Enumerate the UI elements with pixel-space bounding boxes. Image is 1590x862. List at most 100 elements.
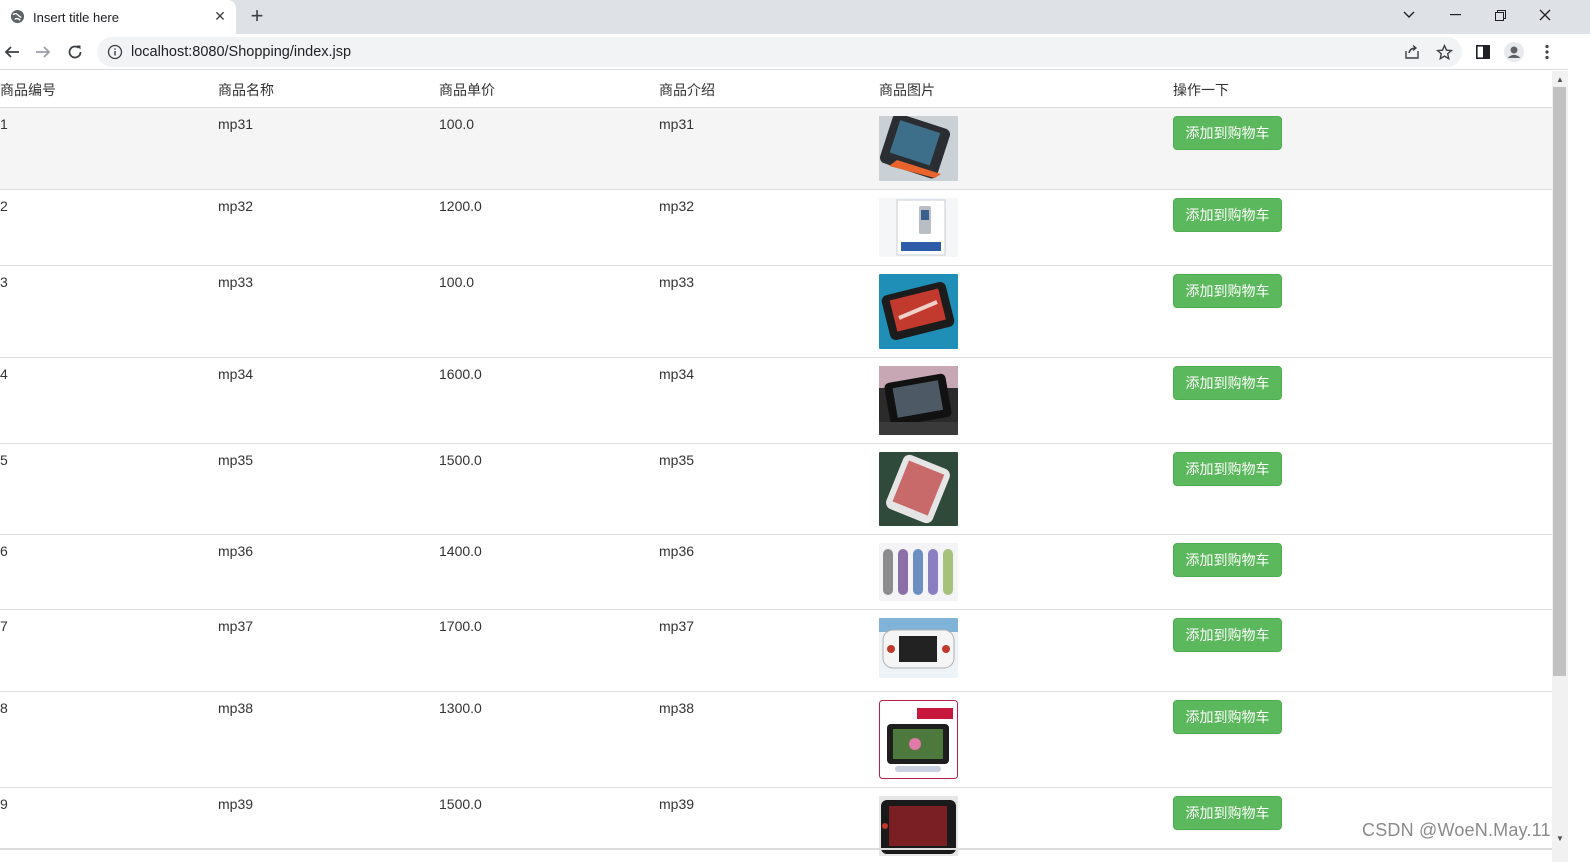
cell-image bbox=[879, 690, 1173, 787]
cell-operation: 添加到购物车 bbox=[1173, 442, 1552, 534]
tab-title: Insert title here bbox=[33, 10, 119, 25]
add-to-cart-button[interactable]: 添加到购物车 bbox=[1173, 699, 1282, 734]
reload-icon[interactable] bbox=[63, 40, 87, 64]
table-row: 1 mp31 100.0 mp31 添加到购物车 bbox=[0, 106, 1552, 189]
cell-name: mp35 bbox=[218, 442, 439, 534]
cell-name: mp38 bbox=[218, 690, 439, 787]
scroll-down-arrow-icon[interactable]: ▼ bbox=[1555, 834, 1565, 844]
product-table: 商品编号 商品名称 商品单价 商品介绍 商品图片 操作一下 1 mp31 100… bbox=[0, 71, 1552, 862]
add-to-cart-button[interactable]: 添加到购物车 bbox=[1173, 542, 1282, 577]
back-arrow-icon[interactable] bbox=[0, 40, 24, 64]
product-image-mp31 bbox=[879, 115, 958, 181]
cell-desc: mp36 bbox=[659, 533, 879, 609]
add-to-cart-button[interactable]: 添加到购物车 bbox=[1173, 273, 1282, 308]
product-image-mp37 bbox=[879, 617, 958, 678]
restore-button[interactable] bbox=[1477, 0, 1523, 30]
cell-price: 1600.0 bbox=[439, 356, 659, 443]
header-description: 商品介绍 bbox=[659, 71, 879, 108]
cell-id: 1 bbox=[0, 106, 218, 189]
globe-icon bbox=[10, 9, 25, 24]
cell-name: mp33 bbox=[218, 264, 439, 357]
bottom-divider bbox=[0, 848, 1552, 850]
cell-operation: 添加到购物车 bbox=[1173, 356, 1552, 443]
cell-price: 100.0 bbox=[439, 106, 659, 189]
cell-price: 100.0 bbox=[439, 264, 659, 357]
cell-image bbox=[879, 356, 1173, 443]
cell-desc: mp33 bbox=[659, 264, 879, 357]
tab-strip: Insert title here ✕ + bbox=[0, 0, 1590, 34]
cell-operation: 添加到购物车 bbox=[1173, 533, 1552, 609]
table-row: 2 mp32 1200.0 mp32 添加到购物车 bbox=[0, 188, 1552, 265]
add-to-cart-button[interactable]: 添加到购物车 bbox=[1173, 197, 1282, 232]
tab-search-icon[interactable] bbox=[1386, 0, 1432, 30]
product-image-mp36 bbox=[879, 542, 958, 601]
scrollbar-thumb[interactable] bbox=[1553, 87, 1566, 676]
cell-price: 1300.0 bbox=[439, 690, 659, 787]
add-to-cart-button[interactable]: 添加到购物车 bbox=[1173, 115, 1282, 150]
cell-price: 1400.0 bbox=[439, 533, 659, 609]
cell-id: 6 bbox=[0, 533, 218, 609]
cell-id: 7 bbox=[0, 608, 218, 691]
cell-image bbox=[879, 264, 1173, 357]
share-icon[interactable] bbox=[1402, 42, 1422, 62]
product-image-mp38 bbox=[879, 699, 958, 779]
table-row: 5 mp35 1500.0 mp35 添加到购物车 bbox=[0, 442, 1552, 534]
page-content: 商品编号 商品名称 商品单价 商品介绍 商品图片 操作一下 1 mp31 100… bbox=[0, 71, 1552, 862]
browser-toolbar: localhost:8080/Shopping/index.jsp bbox=[0, 34, 1590, 70]
cell-operation: 添加到购物车 bbox=[1173, 188, 1552, 265]
header-unit-price: 商品单价 bbox=[439, 71, 659, 108]
table-row: 4 mp34 1600.0 mp34 添加到购物车 bbox=[0, 356, 1552, 443]
cell-image bbox=[879, 106, 1173, 189]
scroll-up-arrow-icon[interactable]: ▲ bbox=[1555, 75, 1565, 85]
product-image-mp34 bbox=[879, 365, 958, 435]
cell-desc: mp37 bbox=[659, 608, 879, 691]
add-to-cart-button[interactable]: 添加到购物车 bbox=[1173, 451, 1282, 486]
minimize-button[interactable] bbox=[1432, 0, 1478, 30]
header-product-name: 商品名称 bbox=[218, 71, 439, 108]
cell-operation: 添加到购物车 bbox=[1173, 264, 1552, 357]
profile-avatar-icon[interactable] bbox=[1504, 42, 1524, 62]
side-panel-icon[interactable] bbox=[1473, 42, 1493, 62]
cell-id: 3 bbox=[0, 264, 218, 357]
cell-name: mp36 bbox=[218, 533, 439, 609]
cell-id: 5 bbox=[0, 442, 218, 534]
url-text[interactable]: localhost:8080/Shopping/index.jsp bbox=[131, 44, 351, 60]
cell-operation: 添加到购物车 bbox=[1173, 608, 1552, 691]
cell-operation: 添加到购物车 bbox=[1173, 690, 1552, 787]
forward-arrow-icon[interactable] bbox=[31, 40, 55, 64]
product-image-mp33 bbox=[879, 273, 958, 349]
address-bar[interactable]: localhost:8080/Shopping/index.jsp bbox=[97, 37, 1462, 67]
cell-desc: mp39 bbox=[659, 786, 879, 862]
info-icon[interactable] bbox=[107, 44, 123, 60]
bookmark-star-icon[interactable] bbox=[1434, 42, 1454, 62]
more-menu-icon[interactable] bbox=[1537, 42, 1557, 62]
table-row: 9 mp39 1500.0 mp39 添加到购物车 bbox=[0, 786, 1552, 862]
cell-image bbox=[879, 533, 1173, 609]
close-tab-icon[interactable]: ✕ bbox=[212, 8, 228, 24]
cell-id: 8 bbox=[0, 690, 218, 787]
cell-name: mp34 bbox=[218, 356, 439, 443]
new-tab-button[interactable]: + bbox=[246, 5, 268, 28]
add-to-cart-button[interactable]: 添加到购物车 bbox=[1173, 617, 1282, 652]
cell-desc: mp31 bbox=[659, 106, 879, 189]
header-product-image: 商品图片 bbox=[879, 71, 1173, 108]
close-window-button[interactable] bbox=[1522, 0, 1568, 30]
cell-image bbox=[879, 188, 1173, 265]
header-product-id: 商品编号 bbox=[0, 71, 218, 108]
cell-name: mp37 bbox=[218, 608, 439, 691]
cell-price: 1500.0 bbox=[439, 786, 659, 862]
browser-tab[interactable]: Insert title here ✕ bbox=[0, 0, 236, 34]
cell-price: 1500.0 bbox=[439, 442, 659, 534]
cell-id: 9 bbox=[0, 786, 218, 862]
table-row: 7 mp37 1700.0 mp37 添加到购物车 bbox=[0, 608, 1552, 691]
cell-price: 1200.0 bbox=[439, 188, 659, 265]
cell-price: 1700.0 bbox=[439, 608, 659, 691]
add-to-cart-button[interactable]: 添加到购物车 bbox=[1173, 365, 1282, 400]
table-row: 3 mp33 100.0 mp33 添加到购物车 bbox=[0, 264, 1552, 357]
cell-id: 2 bbox=[0, 188, 218, 265]
add-to-cart-button[interactable]: 添加到购物车 bbox=[1173, 795, 1282, 830]
cell-name: mp39 bbox=[218, 786, 439, 862]
cell-desc: mp38 bbox=[659, 690, 879, 787]
cell-image bbox=[879, 442, 1173, 534]
product-image-mp35 bbox=[879, 451, 958, 526]
